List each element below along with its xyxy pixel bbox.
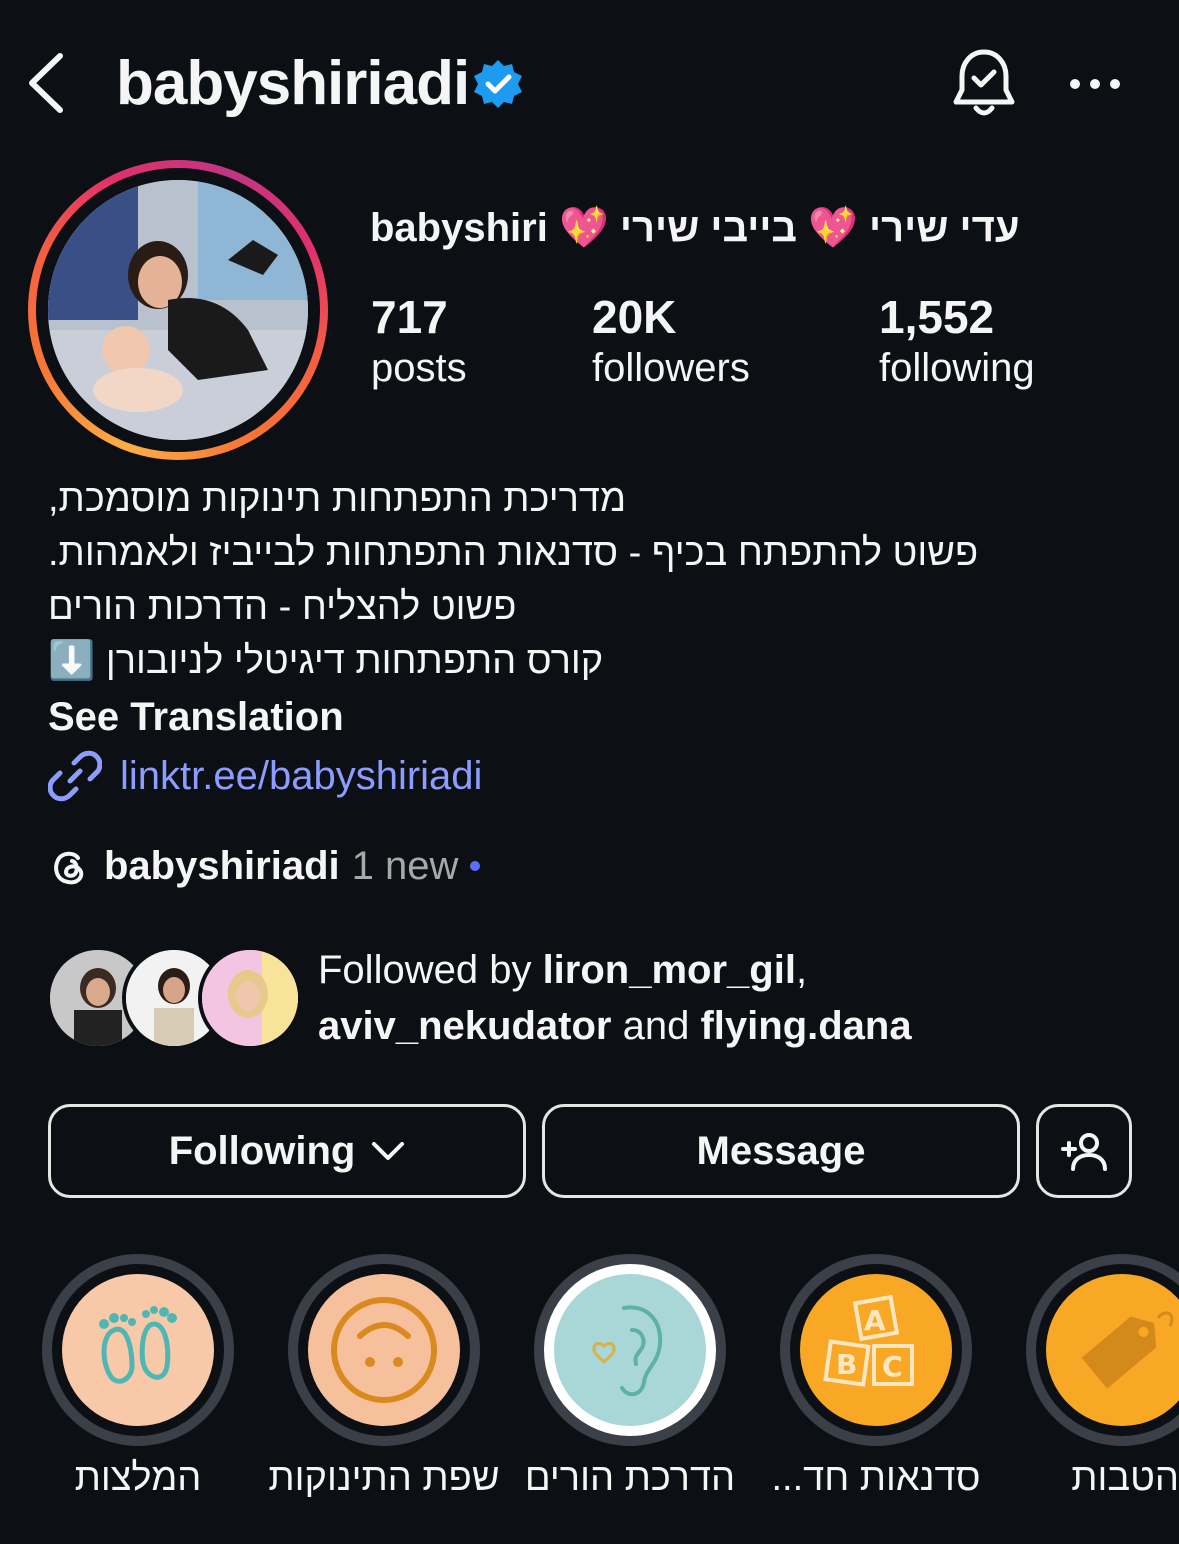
display-name: עדי שירי 💖 בייבי שירי 💖 babyshiri <box>370 206 1020 250</box>
highlight-item[interactable] <box>288 1254 480 1446</box>
followed-by-text[interactable]: Followed by liron_mor_gil, aviv_nekudato… <box>318 942 1158 1054</box>
ear-icon <box>592 1305 663 1397</box>
threads-badge[interactable]: babyshiriadi 1 new <box>48 838 481 894</box>
svg-text:A: A <box>864 1304 886 1337</box>
highlight-cover <box>62 1274 214 1426</box>
highlight-cover <box>308 1274 460 1426</box>
message-button-label: Message <box>696 1128 866 1173</box>
highlight-label: שפת התינוקות <box>268 1457 500 1499</box>
bio-line: פשוט להצליח - הדרכות הורים <box>48 586 517 628</box>
threads-new-count: 1 new <box>351 843 459 888</box>
mutual-user-link[interactable]: liron_mor_gil <box>543 948 796 992</box>
highlight-item[interactable] <box>534 1254 726 1446</box>
threads-username: babyshiriadi <box>104 843 340 888</box>
highlight-cover <box>554 1274 706 1426</box>
followers-number: 20K <box>592 291 677 343</box>
following-button[interactable]: Following <box>48 1104 526 1198</box>
bio-link[interactable]: linktr.ee/babyshiriadi <box>48 748 482 804</box>
following-label: following <box>879 346 1035 390</box>
highlight-item[interactable] <box>1026 1254 1179 1446</box>
posts-label: posts <box>371 346 467 390</box>
followers-count[interactable]: 20K followers <box>592 290 750 392</box>
avatar-image <box>48 180 308 440</box>
new-indicator-dot <box>470 861 481 871</box>
and-text: and <box>622 1004 690 1048</box>
footprints-icon <box>99 1306 177 1384</box>
highlight-label: המלצות <box>74 1457 202 1499</box>
posts-count[interactable]: 717 posts <box>371 290 467 392</box>
highlight-item[interactable] <box>42 1254 234 1446</box>
bio-line: מדריכת התפתחות תינוקות מוסמכת, <box>48 478 627 520</box>
highlight-label: הדרכת הורים <box>524 1457 736 1499</box>
abc-blocks-icon: AB C <box>823 1294 914 1387</box>
posts-number: 717 <box>371 291 448 343</box>
following-button-label: Following <box>168 1128 356 1173</box>
mutual-avatar-image <box>202 950 298 1046</box>
bio-line: פשוט להתפתח בכיף - סדנאות התפתחות לבייבי… <box>48 532 979 574</box>
highlight-label: סדנאות חד... <box>771 1457 981 1499</box>
back-arrow-icon[interactable] <box>22 50 72 116</box>
bio: מדריכת התפתחות תינוקות מוסמכת, פשוט להתפ… <box>48 472 1128 688</box>
more-options-icon[interactable] <box>1066 60 1124 108</box>
profile-avatar[interactable] <box>48 180 308 440</box>
link-text: linktr.ee/babyshiriadi <box>120 753 483 798</box>
highlight-cover: ABC <box>800 1274 952 1426</box>
highlight-label: הטבות <box>1071 1457 1179 1499</box>
highlight-item[interactable]: ABC <box>780 1254 972 1446</box>
followed-by-prefix: Followed by <box>318 948 532 992</box>
following-number: 1,552 <box>879 291 995 343</box>
mutual-user-link[interactable]: flying.dana <box>700 1004 911 1048</box>
chevron-down-icon <box>372 1142 405 1160</box>
mutual-user-link[interactable]: aviv_nekudator <box>318 1004 611 1048</box>
smiley-face-icon <box>331 1297 437 1403</box>
threads-icon <box>54 851 84 885</box>
link-icon <box>48 750 102 802</box>
profile-username-title: babyshiriadi <box>116 49 470 118</box>
message-button[interactable]: Message <box>542 1104 1020 1198</box>
verified-badge-icon <box>474 60 522 108</box>
svg-text:B: B <box>836 1348 857 1381</box>
bio-line: קורס התפתחות דיגיטלי לניובורן ⬇️ <box>48 640 604 682</box>
mutual-avatar[interactable] <box>198 946 302 1050</box>
following-count[interactable]: 1,552 following <box>879 290 1035 392</box>
see-translation-link[interactable]: See Translation <box>48 690 344 744</box>
add-person-icon <box>1061 1133 1107 1171</box>
svg-text:C: C <box>882 1350 903 1383</box>
separator: , <box>795 948 808 992</box>
notification-bell-icon[interactable] <box>948 46 1020 122</box>
suggested-users-button[interactable] <box>1036 1104 1132 1198</box>
followers-label: followers <box>592 346 750 390</box>
